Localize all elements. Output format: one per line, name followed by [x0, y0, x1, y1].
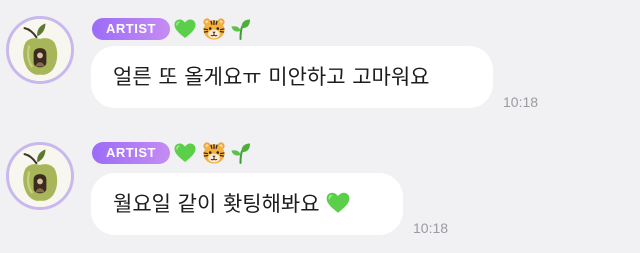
chat-message: ARTIST 얼른 또 올게요ㅠ 미안하고 고마워요 10:18: [0, 0, 640, 126]
message-text: 얼른 또 올게요ㅠ 미안하고 고마워요: [113, 65, 430, 89]
tiger-face-icon: [202, 141, 226, 165]
seedling-icon: [229, 17, 253, 41]
artist-badge: ARTIST: [92, 18, 170, 40]
tiger-face-icon: [202, 17, 226, 41]
artist-badge: ARTIST: [92, 142, 170, 164]
message-text: 월요일 같이 홧팅해봐요: [113, 192, 320, 216]
avatar[interactable]: [6, 16, 74, 84]
green-heart-icon: [173, 17, 197, 41]
seedling-icon: [229, 141, 253, 165]
avatar[interactable]: [6, 142, 74, 210]
green-heart-icon: [173, 141, 197, 165]
message-bubble[interactable]: 월요일 같이 홧팅해봐요: [91, 173, 403, 235]
green-heart-icon: [324, 190, 352, 216]
message-timestamp: 10:18: [503, 94, 539, 110]
message-timestamp: 10:18: [413, 220, 449, 236]
message-bubble[interactable]: 얼른 또 올게요ㅠ 미안하고 고마워요: [91, 46, 493, 108]
chat-message: ARTIST 월요일 같이 홧팅해봐요 10:18: [0, 126, 640, 253]
